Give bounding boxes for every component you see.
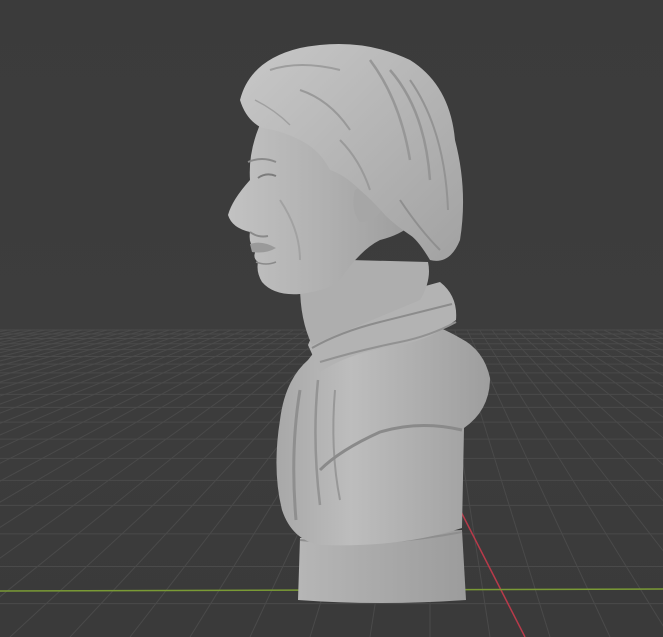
3d-viewport[interactable] <box>0 0 663 637</box>
viewport-canvas[interactable] <box>0 0 663 637</box>
